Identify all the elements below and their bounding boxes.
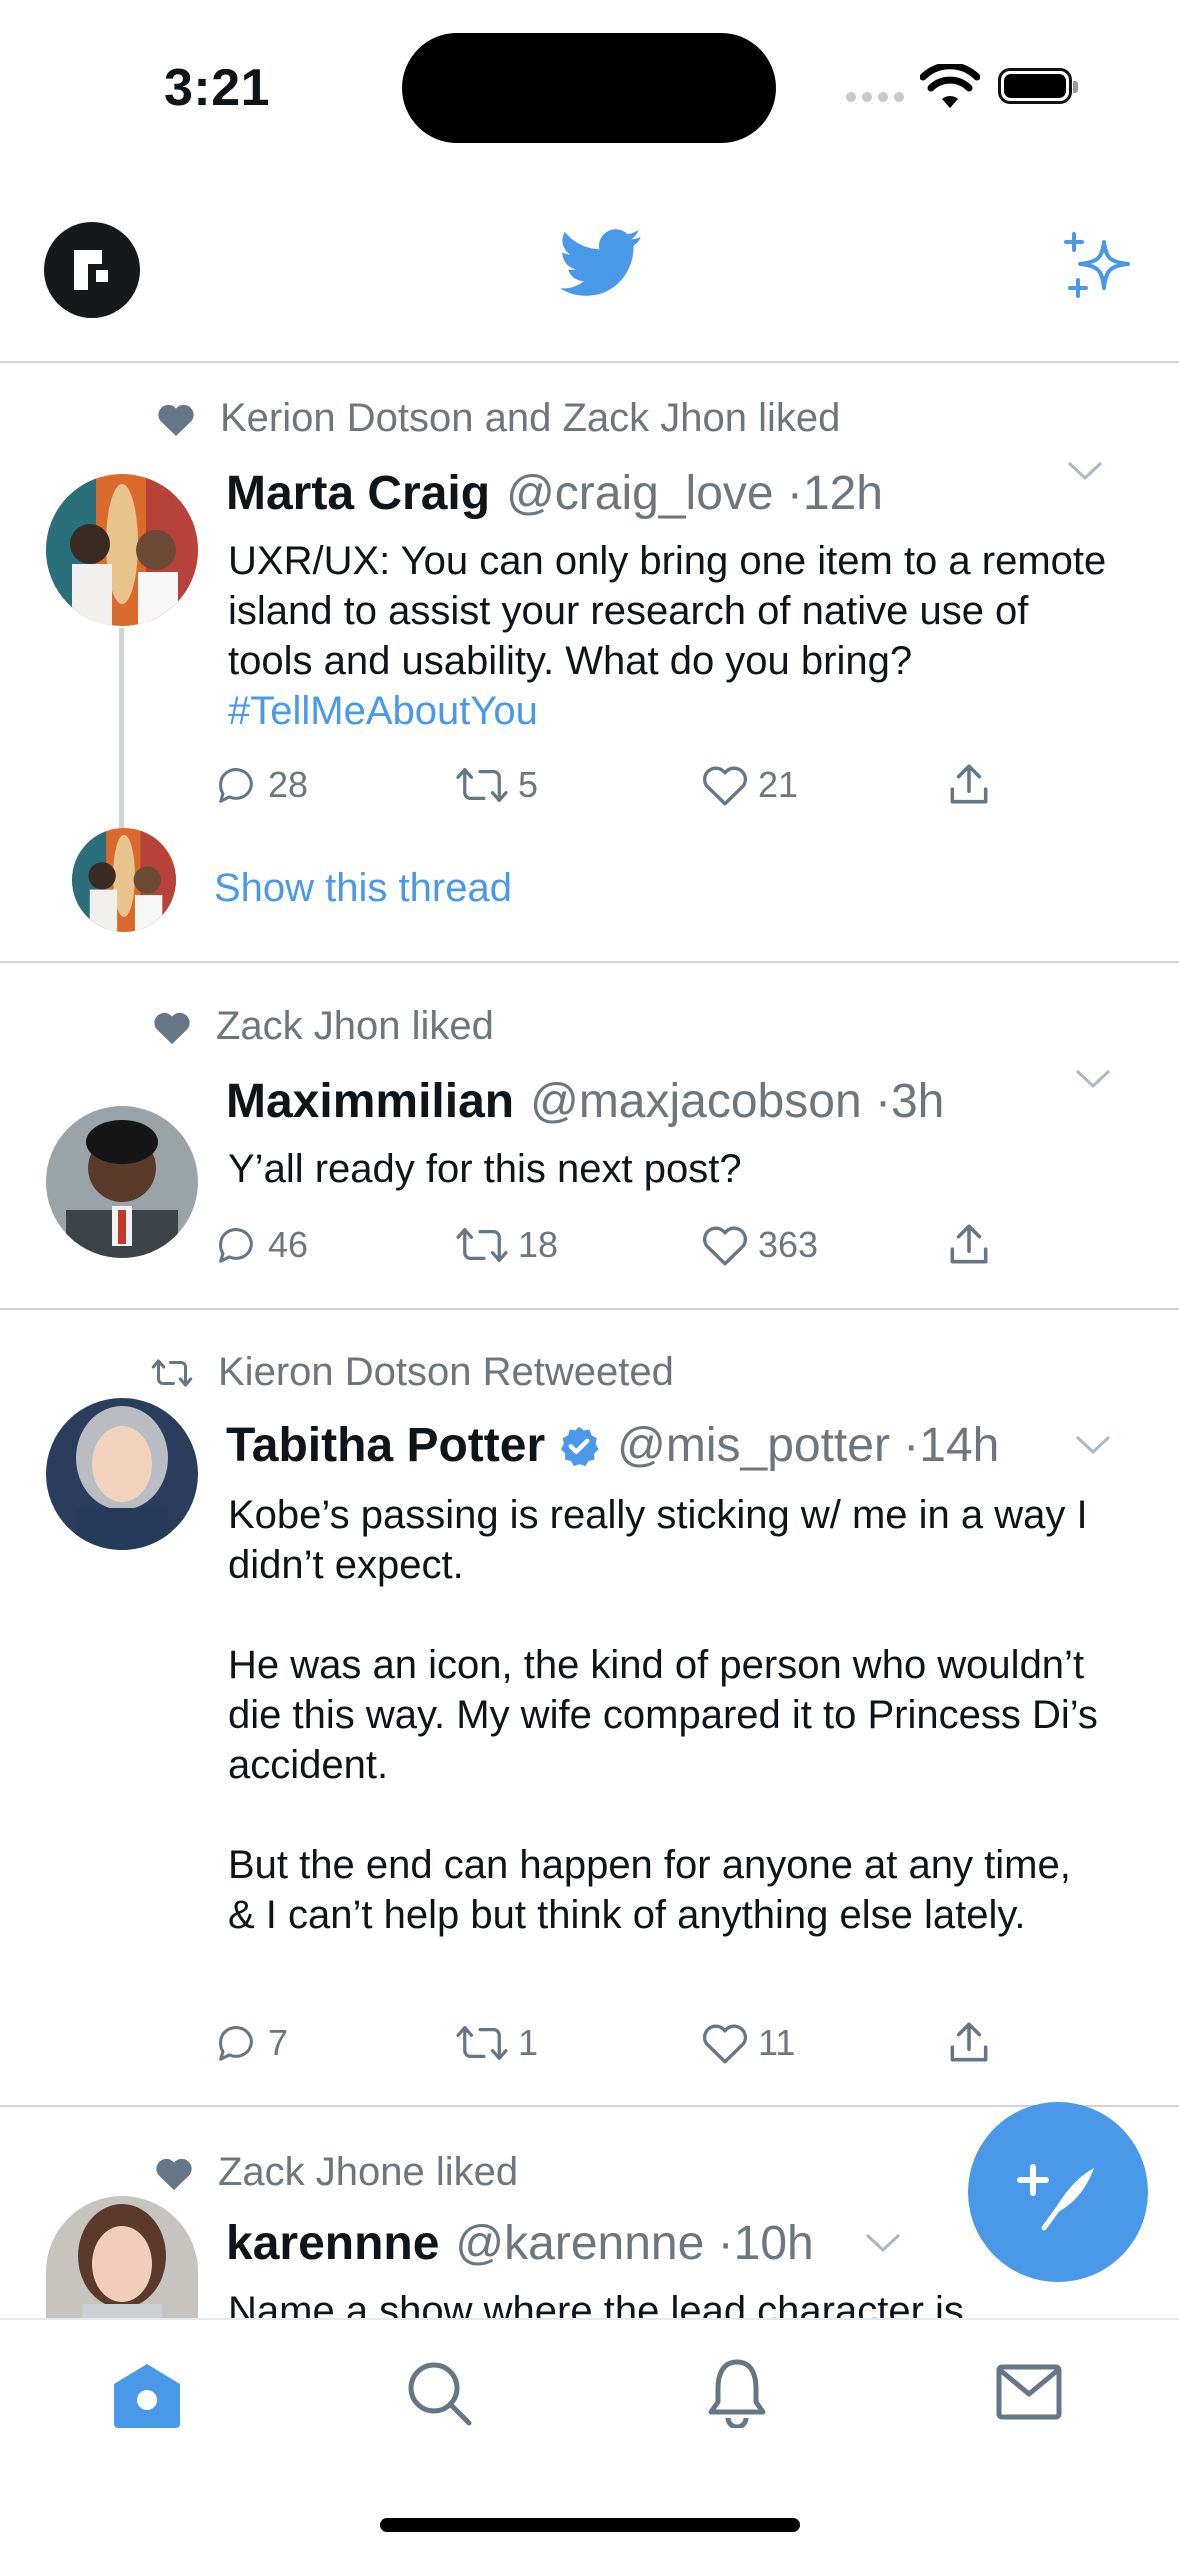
signal-icon [846,92,904,102]
reply-icon [219,1228,253,1263]
heart-icon [158,404,194,436]
avatar[interactable] [46,2196,198,2320]
tweet-text-clip: Name a show where the lead character is [228,2286,1108,2318]
display-name[interactable]: Tabitha Potter [226,1418,545,1473]
heart-outline-icon [703,766,747,806]
reply-button[interactable]: 7 [212,2020,288,2066]
avatar[interactable] [46,1398,198,1550]
thread-avatar[interactable] [72,828,176,932]
home-icon[interactable] [110,2360,184,2430]
tweet-header: Maximmilian @maxjacobson ·3h [226,1074,944,1129]
display-name[interactable]: Marta Craig [226,466,490,521]
retweet-button[interactable]: 18 [454,1222,558,1268]
search-icon[interactable] [406,2360,474,2428]
show-thread-link[interactable]: Show this thread [214,866,512,911]
retweet-button[interactable]: 5 [454,762,538,808]
chevron-down-icon[interactable] [864,2232,902,2254]
heart-outline-icon [703,2024,747,2064]
social-context: Kerion Dotson and Zack Jhon liked [156,396,840,441]
twitter-bird-icon [560,229,641,296]
chevron-down-icon[interactable] [1074,1434,1112,1456]
hashtag-link[interactable]: #TellMeAboutYou [228,689,538,733]
like-button[interactable]: 363 [700,1222,818,1268]
social-context: Zack Jhone liked [154,2150,518,2195]
share-icon[interactable] [944,2018,994,2068]
handle-time: @karennne ·10h [455,2217,814,2270]
app-logo-icon [74,250,108,290]
heart-icon [156,2158,192,2190]
display-name[interactable]: Maximmilian [226,1074,514,1129]
retweet-icon [456,2026,508,2060]
compose-feather-icon [1017,2164,1094,2231]
chevron-down-icon[interactable] [1066,460,1104,482]
avatar[interactable] [46,1106,198,1258]
display-name[interactable]: karennne [226,2216,439,2271]
tweet-header: karennne @karennne ·10h [226,2216,814,2271]
dynamic-island [402,33,776,143]
status-time: 3:21 [164,59,271,117]
sparkle-icon[interactable] [1062,230,1134,302]
social-context: Kieron Dotson Retweeted [150,1350,674,1395]
handle-time: @mis_potter ·14h [617,1419,1000,1472]
share-icon[interactable] [944,1220,994,1270]
verified-badge-icon [561,1426,599,1466]
reply-button[interactable]: 46 [212,1222,308,1268]
reply-icon [219,2026,253,2061]
profile-button[interactable] [44,222,140,318]
handle-time: @maxjacobson ·3h [530,1075,945,1128]
tweet-header: Marta Craig @craig_love ·12h [226,466,883,521]
heart-outline-icon [703,1226,747,1266]
reply-icon [219,768,253,803]
tweet-text: Kobe’s passing is really sticking w/ me … [228,1493,1098,1937]
tweet-text: UXR/UX: You can only bring one item to a… [228,539,1107,733]
reply-button[interactable]: 28 [212,762,308,808]
tweet-text: Y’all ready for this next post? [228,1147,742,1191]
tweet-divider [0,2105,1179,2107]
share-icon[interactable] [944,760,994,810]
chevron-down-icon[interactable] [1074,1068,1112,1090]
handle-time: @craig_love ·12h [506,467,883,520]
header-divider [0,361,1179,363]
battery-icon [998,68,1078,104]
retweet-icon [456,1228,508,1262]
like-button[interactable]: 21 [700,762,798,808]
tweet-header: Tabitha Potter @mis_potter ·14h [226,1418,999,1473]
heart-icon [154,1012,190,1044]
tweet-divider [0,961,1179,963]
wifi-icon [920,64,980,108]
retweet-icon [151,1359,193,1386]
thread-line [119,628,124,828]
home-indicator [380,2518,800,2532]
retweet-icon [456,768,508,802]
avatar[interactable] [46,474,198,626]
notifications-icon[interactable] [706,2356,768,2428]
compose-tweet-button[interactable] [968,2102,1148,2282]
retweet-button[interactable]: 1 [454,2020,538,2066]
messages-icon[interactable] [996,2364,1062,2420]
social-context: Zack Jhon liked [152,1004,494,1049]
tweet-divider [0,1308,1179,1310]
tweet-text: Name a show where the lead character is [228,2289,964,2318]
like-button[interactable]: 11 [700,2020,795,2066]
